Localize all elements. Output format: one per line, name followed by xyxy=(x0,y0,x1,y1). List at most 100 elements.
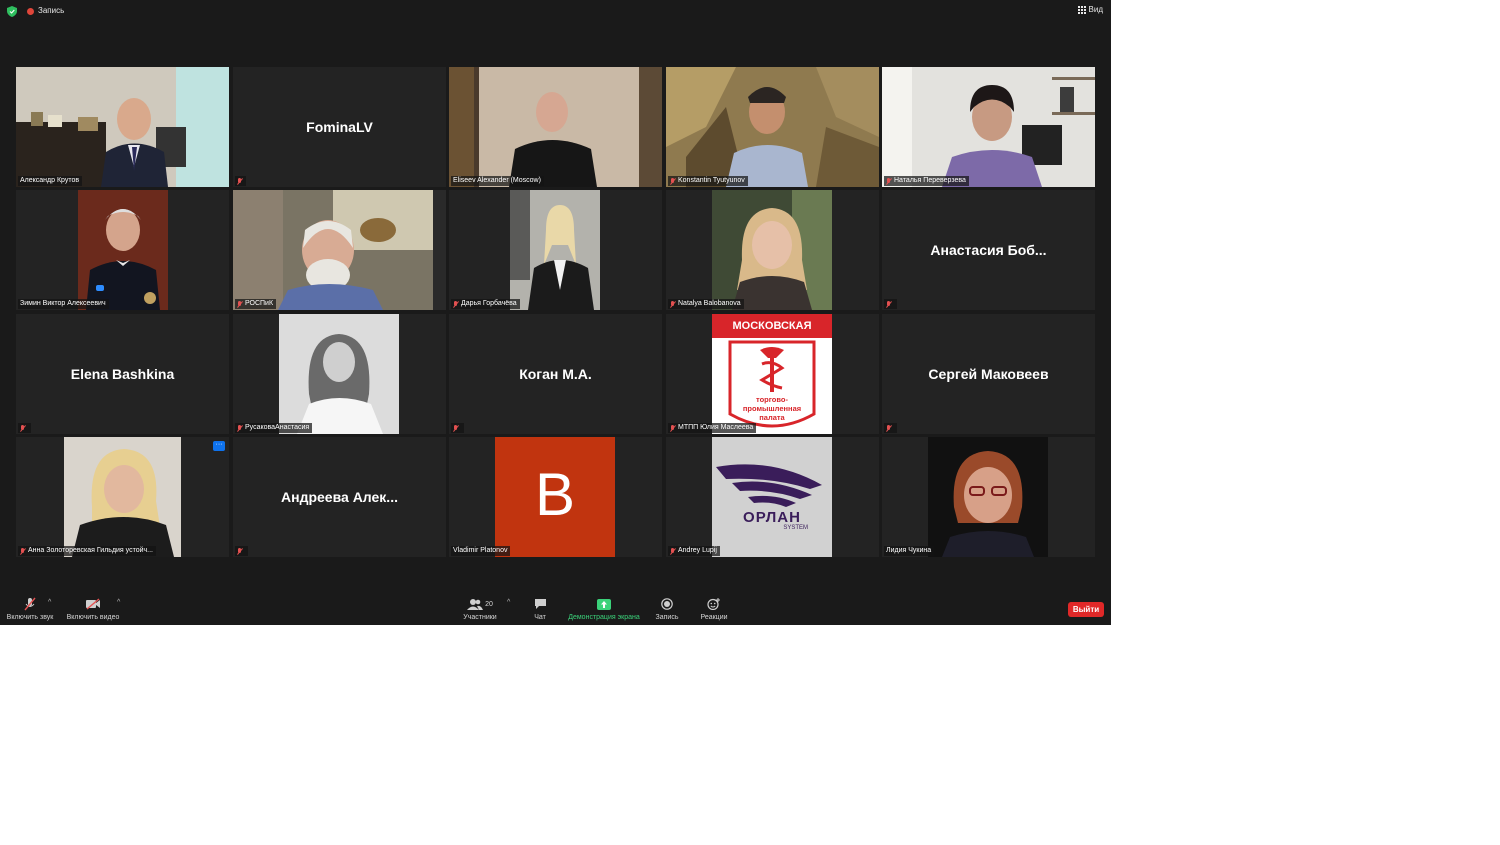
participant-photo xyxy=(928,437,1048,557)
participant-tile[interactable]: ОРЛАН SYSTEM Andrey Lupij xyxy=(666,437,879,557)
participant-photo xyxy=(78,190,168,310)
participant-photo xyxy=(279,314,399,434)
participant-tile[interactable]: Александр Крутов xyxy=(16,67,229,187)
mtpp-logo-bottom-text: торгово- промышленная палата xyxy=(742,395,802,422)
participant-display-name: Андреева Алек... xyxy=(281,489,398,505)
participant-tile[interactable]: Дарья Горбачёва xyxy=(449,190,662,310)
participant-name-label xyxy=(18,423,31,433)
record-button[interactable]: Запись xyxy=(650,593,684,621)
start-video-button[interactable]: Включить видео xyxy=(64,593,122,621)
participant-tile[interactable]: РусаковаАнастасия xyxy=(233,314,446,434)
mic-muted-icon xyxy=(453,300,459,308)
participant-tile[interactable]: Наталья Переверзева xyxy=(882,67,1095,187)
participant-name-label xyxy=(235,546,248,556)
unmute-button[interactable]: Включить звук xyxy=(4,593,56,621)
participant-video xyxy=(449,67,662,187)
participant-tile[interactable]: МОСКОВСКАЯ торгово- промышленная палата … xyxy=(666,314,879,434)
participant-display-name: FominaLV xyxy=(306,119,373,135)
participant-name-label: Konstantin Tyutyunov xyxy=(668,176,748,186)
participant-tile[interactable]: Natalya Balobanova xyxy=(666,190,879,310)
share-screen-icon xyxy=(597,598,611,610)
participant-name-label: Наталья Переверзева xyxy=(884,176,969,186)
participant-tile[interactable]: Лидия Чукина xyxy=(882,437,1095,557)
mic-muted-icon xyxy=(886,300,892,308)
meeting-toolbar: Включить звук ^ Включить видео ^ 20 Учас… xyxy=(0,593,1111,625)
participant-name-label: РусаковаАнастасия xyxy=(235,423,313,433)
chat-button[interactable]: Чат xyxy=(526,593,554,621)
grid-view-icon xyxy=(1077,5,1086,14)
mic-muted-icon xyxy=(886,424,892,432)
audio-options-caret[interactable]: ^ xyxy=(48,599,51,606)
participant-name-label xyxy=(235,176,246,186)
participant-name-label: Анна Золоторевская Гильдия устойч... xyxy=(18,546,157,556)
participant-photo xyxy=(64,437,181,557)
mic-muted-icon xyxy=(20,424,26,432)
participant-video xyxy=(16,67,229,187)
participant-name-label: Александр Крутов xyxy=(18,176,83,186)
participant-tile[interactable]: FominaLV xyxy=(233,67,446,187)
participant-name-label: Eliseev Alexander (Moscow) xyxy=(451,176,544,186)
participant-name-label xyxy=(884,299,897,309)
participant-tile[interactable]: Анастасия Боб... xyxy=(882,190,1095,310)
mic-muted-icon xyxy=(670,547,676,555)
participant-tile[interactable]: Konstantin Tyutyunov xyxy=(666,67,879,187)
orlan-logo: ОРЛАН SYSTEM xyxy=(712,437,832,557)
participant-avatar: B xyxy=(495,437,615,557)
mic-muted-icon xyxy=(670,300,676,308)
participant-name-label: Лидия Чукина xyxy=(884,546,935,556)
participant-name-label: Natalya Balobanova xyxy=(668,299,744,309)
participant-display-name: Коган М.А. xyxy=(519,366,592,382)
participants-icon xyxy=(467,599,484,610)
share-screen-button[interactable]: Демонстрация экрана xyxy=(566,593,642,621)
participants-options-caret[interactable]: ^ xyxy=(507,599,510,606)
participant-video xyxy=(233,190,446,310)
participant-name-label: РОСПиК xyxy=(235,299,277,309)
mic-muted-icon xyxy=(237,300,243,308)
recording-label: Запись xyxy=(38,6,65,15)
participant-display-name: Сергей Маковеев xyxy=(928,366,1049,382)
mic-muted-icon xyxy=(237,547,243,555)
participant-tile[interactable]: Eliseev Alexander (Moscow) xyxy=(449,67,662,187)
participant-name-label xyxy=(451,423,464,433)
participant-name-label: МТПП Юлия Маслеева xyxy=(668,423,757,433)
video-options-caret[interactable]: ^ xyxy=(117,599,120,606)
reactions-icon xyxy=(707,598,720,610)
mic-muted-icon xyxy=(886,177,892,185)
participant-tile[interactable]: Зимин Виктор Алексеевич xyxy=(16,190,229,310)
avatar-letter: B xyxy=(534,461,576,528)
participant-tile[interactable]: РОСПиК xyxy=(233,190,446,310)
participant-photo xyxy=(510,190,600,310)
chat-icon xyxy=(534,599,546,609)
shield-icon[interactable] xyxy=(7,6,17,17)
participants-count: 20 xyxy=(485,600,493,608)
mic-muted-icon xyxy=(670,177,676,185)
more-options-button[interactable]: ··· xyxy=(213,441,225,451)
reactions-button[interactable]: Реакции xyxy=(696,593,732,621)
mic-muted-icon xyxy=(670,424,676,432)
participant-tile[interactable]: B Vladimir Platonov xyxy=(449,437,662,557)
participant-tile[interactable]: ··· Анна Золоторевская Гильдия устойч... xyxy=(16,437,229,557)
leave-meeting-button[interactable]: Выйти xyxy=(1068,602,1104,617)
participant-name-label: Vladimir Platonov xyxy=(451,546,511,556)
mtpp-logo: МОСКОВСКАЯ торгово- промышленная палата xyxy=(712,314,832,434)
view-button[interactable]: Вид xyxy=(1077,5,1103,14)
participant-name-label: Дарья Горбачёва xyxy=(451,299,520,309)
participant-name-label: Зимин Виктор Алексеевич xyxy=(18,299,109,309)
participant-tile[interactable]: Сергей Маковеев xyxy=(882,314,1095,434)
zoom-meeting-window: Запись Вид Александр Крутов FominaLV Eli… xyxy=(0,0,1111,625)
mic-muted-icon xyxy=(237,177,243,185)
participant-name-label: Andrey Lupij xyxy=(668,546,720,556)
recording-icon xyxy=(27,8,34,15)
participant-tile[interactable]: Андреева Алек... xyxy=(233,437,446,557)
mtpp-logo-top-text: МОСКОВСКАЯ xyxy=(732,320,812,332)
participant-video xyxy=(882,67,1095,187)
participants-button[interactable]: 20 Участники xyxy=(460,593,500,621)
participant-name-label xyxy=(884,423,897,433)
participant-photo xyxy=(712,190,832,310)
participant-display-name: Анастасия Боб... xyxy=(930,242,1047,258)
participant-tile[interactable]: Elena Bashkina xyxy=(16,314,229,434)
mic-muted-icon xyxy=(20,547,26,555)
participant-tile[interactable]: Коган М.А. xyxy=(449,314,662,434)
mic-muted-icon xyxy=(237,424,243,432)
mic-muted-icon xyxy=(24,597,36,611)
